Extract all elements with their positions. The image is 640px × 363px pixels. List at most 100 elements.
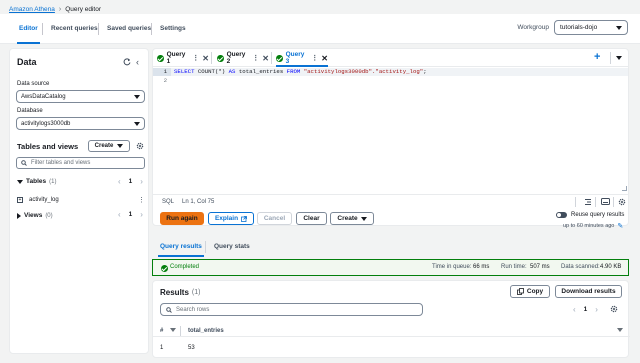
copy-button[interactable]: Copy	[510, 285, 550, 298]
line-number: 1	[153, 68, 171, 76]
close-icon[interactable]: ✕	[321, 54, 328, 63]
settings-gear-icon[interactable]	[136, 142, 144, 150]
chevron-right-icon[interactable]: ›	[140, 177, 143, 186]
column-divider	[180, 326, 181, 336]
filter-placeholder: Filter tables and views	[31, 160, 91, 166]
query-tab-label: Query 3	[285, 51, 305, 65]
editor-status-bar: SQL Ln 1, Col 75	[153, 194, 628, 208]
tab-divider	[610, 52, 611, 64]
tab-query-results[interactable]: Query results	[158, 239, 204, 257]
data-source-value: AwsDataCatalog	[21, 93, 66, 100]
caret-down-icon	[360, 216, 367, 221]
workgroup-select[interactable]: tutorials-dojo	[554, 20, 628, 35]
chevron-left-icon[interactable]: ‹	[573, 305, 576, 314]
chevron-left-icon[interactable]: ‹	[118, 210, 121, 219]
search-rows-placeholder: Search rows	[176, 306, 210, 313]
success-check-icon	[157, 54, 164, 62]
download-results-button[interactable]: Download results	[555, 285, 622, 298]
breadcrumb-athena-link[interactable]: Amazon Athena	[9, 6, 55, 13]
tables-pagination: ‹ 1 ›	[118, 177, 143, 186]
views-page: 1	[128, 211, 133, 218]
data-scanned-label: Data scanned:	[561, 264, 600, 270]
table-header: # total_entries	[153, 325, 630, 337]
format-query-icon[interactable]	[584, 198, 592, 206]
reuse-toggle[interactable]	[556, 212, 567, 218]
tab-divider	[205, 241, 206, 253]
query-tab-3[interactable]: Query 3 ⋮ ✕	[276, 49, 328, 67]
edit-pencil-icon[interactable]: ✎	[617, 222, 623, 230]
row-index: 1	[160, 344, 164, 351]
results-count: (1)	[191, 289, 201, 296]
filter-tables-input[interactable]: Filter tables and views	[16, 157, 145, 169]
table-item[interactable]: + activity_log ⋮	[17, 196, 145, 204]
tab-recent-queries[interactable]: Recent queries	[51, 14, 98, 44]
reuse-subtext-row: up to 60 minutes ago ✎	[563, 222, 623, 230]
tab-editor[interactable]: Editor	[17, 14, 40, 44]
caret-down-icon	[134, 121, 140, 126]
external-link-icon	[241, 215, 247, 222]
sort-icon[interactable]	[170, 328, 176, 332]
tab-divider	[98, 23, 99, 35]
tables-section-toggle[interactable]: Tables (1)	[17, 178, 56, 185]
add-query-tab-icon[interactable]: +	[594, 51, 600, 63]
tab-divider	[271, 52, 272, 64]
table-item-name: activity_log	[29, 197, 59, 203]
sql-code-line[interactable]: SELECT COUNT(*) AS total_entries FROM "a…	[171, 68, 628, 76]
close-icon[interactable]: ✕	[202, 54, 209, 63]
status-completed: Completed	[170, 264, 200, 270]
tables-count: (1)	[49, 178, 57, 185]
kebab-menu-icon[interactable]: ⋮	[192, 54, 199, 62]
query-tab-1[interactable]: Query 1 ⋮ ✕	[157, 49, 209, 67]
sql-editor-area[interactable]	[171, 76, 628, 194]
editor-settings-gear-icon[interactable]	[618, 198, 626, 206]
views-section-toggle[interactable]: Views (0)	[17, 212, 53, 219]
database-select[interactable]: activitylogs3000db	[16, 117, 145, 130]
database-label: Database	[17, 108, 43, 114]
chevron-right-icon[interactable]: ›	[140, 210, 143, 219]
code-alias: total_entries	[235, 68, 287, 75]
table-row: 1 53	[153, 341, 630, 354]
create-button[interactable]: Create	[330, 212, 374, 225]
keyboard-icon[interactable]	[601, 198, 610, 205]
column-header-total-entries[interactable]: total_entries	[188, 328, 224, 334]
queue-time-value: 66 ms	[473, 264, 490, 270]
views-pagination: ‹ 1 ›	[118, 210, 143, 219]
close-icon[interactable]: ✕	[262, 54, 269, 63]
results-settings-gear-icon[interactable]	[610, 305, 618, 313]
resize-handle-icon[interactable]	[622, 186, 627, 191]
editor-gutter: 1 2	[153, 67, 171, 194]
sort-icon[interactable]	[617, 328, 623, 332]
caret-down-icon	[134, 94, 140, 99]
workgroup-value: tutorials-dojo	[560, 24, 598, 31]
cancel-button[interactable]: Cancel	[257, 212, 292, 225]
chevron-left-icon[interactable]: ‹	[118, 177, 121, 186]
tab-settings[interactable]: Settings	[160, 14, 186, 44]
refresh-icon[interactable]	[123, 58, 131, 66]
copy-label: Copy	[526, 288, 544, 295]
clear-button[interactable]: Clear	[296, 212, 327, 225]
collapse-sidebar-icon[interactable]: ‹	[136, 57, 139, 67]
divider	[575, 197, 576, 207]
kebab-menu-icon[interactable]: ⋮	[311, 54, 318, 62]
table-actions-kebab-icon[interactable]: ⋮	[138, 196, 145, 204]
tab-query-stats[interactable]: Query stats	[214, 239, 250, 257]
results-heading: Results (1)	[160, 288, 200, 297]
workgroup-label: Workgroup	[517, 24, 549, 31]
cursor-position: Ln 1, Col 75	[182, 198, 215, 205]
breadcrumb-current: Query editor	[65, 5, 102, 13]
search-rows-input[interactable]: Search rows	[160, 303, 423, 316]
run-again-button[interactable]: Run again	[160, 212, 204, 225]
chevron-right-icon[interactable]: ›	[595, 305, 598, 314]
search-icon	[21, 160, 27, 166]
results-page: 1	[583, 306, 588, 313]
kebab-menu-icon[interactable]: ⋮	[252, 54, 259, 62]
caret-down-icon[interactable]	[616, 56, 622, 60]
data-source-select[interactable]: AwsDataCatalog	[16, 90, 145, 103]
create-table-button[interactable]: Create	[88, 140, 130, 152]
caret-down-icon	[616, 25, 622, 30]
query-tab-2[interactable]: Query 2 ⋮ ✕	[217, 49, 269, 67]
code-end: ;	[423, 68, 427, 75]
tab-saved-queries[interactable]: Saved queries	[107, 14, 151, 44]
expand-plus-icon[interactable]: +	[17, 197, 23, 203]
explain-button[interactable]: Explain	[208, 212, 254, 225]
